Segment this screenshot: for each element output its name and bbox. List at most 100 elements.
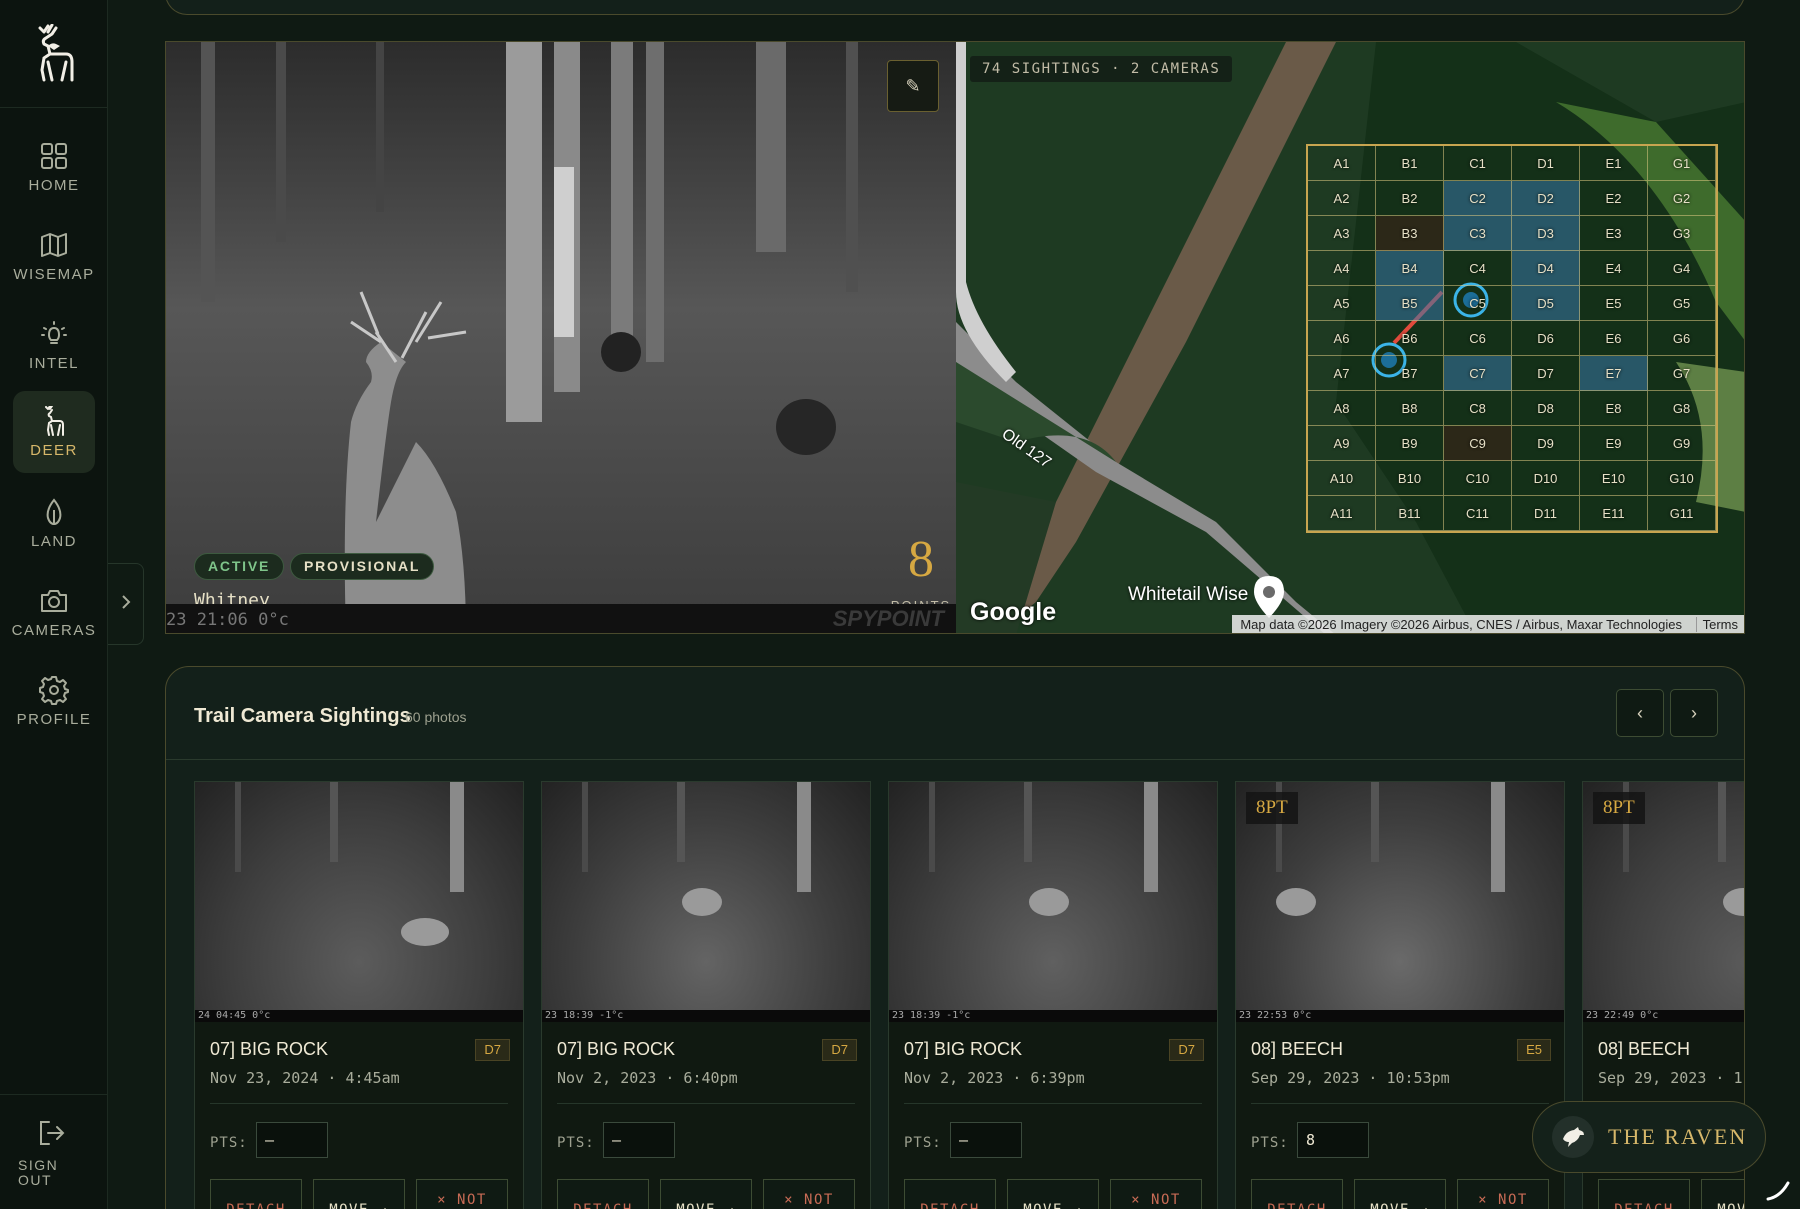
- camera-icon: [39, 586, 69, 616]
- sidebar-item-label: WISEMAP: [13, 265, 95, 283]
- camera-name: 07] BIG ROCK: [210, 1039, 329, 1059]
- not-buck-button[interactable]: × NOT BUCK: [416, 1179, 508, 1209]
- sidebar-item-profile[interactable]: PROFILE: [13, 660, 95, 742]
- camera-name: 07] BIG ROCK: [557, 1039, 676, 1059]
- map-terms-link[interactable]: Terms: [1695, 617, 1738, 632]
- photo-stamp: 23 18:39 -1°c: [889, 1010, 1217, 1022]
- leaf-icon: [39, 497, 69, 527]
- edit-photo-button[interactable]: ✎: [887, 60, 939, 112]
- raven-label: THE RAVEN: [1608, 1124, 1748, 1149]
- detach-button[interactable]: DETACH: [210, 1179, 302, 1209]
- detach-button[interactable]: DETACH: [557, 1179, 649, 1209]
- pencil-icon: ✎: [905, 75, 921, 96]
- sidebar-item-cameras[interactable]: CAMERAS: [11, 571, 97, 653]
- sighting-date: Nov 2, 2023 · 6:40pm: [557, 1069, 738, 1087]
- sidebar-item-label: INTEL: [28, 354, 79, 372]
- detach-button[interactable]: DETACH: [1598, 1179, 1690, 1209]
- not-buck-button[interactable]: × NOT BUCK: [763, 1179, 855, 1209]
- card-divider: [904, 1103, 1202, 1104]
- deer-hero: ✎ ACTIVE PROVISIONAL Whitney 8 POINTS 23…: [165, 41, 1745, 634]
- points-input[interactable]: —: [950, 1122, 1022, 1158]
- points-input[interactable]: —: [603, 1122, 675, 1158]
- previous-page-button[interactable]: ‹: [1616, 689, 1664, 737]
- sidebar-item-label: HOME: [28, 176, 80, 194]
- sighting-date: Sep 29, 2023 · 10:53pm: [1251, 1069, 1450, 1087]
- sighting-date: Nov 23, 2024 · 4:45am: [210, 1069, 400, 1087]
- trail-camera-sightings-panel: Trail Camera Sightings 60 photos ‹ › 24 …: [165, 666, 1745, 1209]
- wisemap-view[interactable]: 74 SIGHTINGS · 2 CAMERAS A1 B1 C1 D1 E1 G1 A2 B…: [956, 42, 1744, 633]
- raven-icon: [1552, 1116, 1594, 1158]
- sightings-header: Trail Camera Sightings 60 photos ‹ ›: [166, 667, 1744, 760]
- move-button[interactable]: MOVE →: [1354, 1179, 1446, 1209]
- camera-name: 08] BEECH: [1598, 1039, 1691, 1059]
- sighting-photo[interactable]: 23 18:39 -1°c: [542, 782, 870, 1022]
- grid-cell-badge: D7: [475, 1039, 510, 1061]
- detach-button[interactable]: DETACH: [904, 1179, 996, 1209]
- pts-label: PTS:: [904, 1135, 942, 1151]
- next-page-button[interactable]: ›: [1670, 689, 1718, 737]
- sidebar-item-land[interactable]: LAND: [13, 482, 95, 564]
- sighting-photo-image: [929, 782, 1158, 916]
- sighting-date: Sep 29, 2023 · 1: [1598, 1069, 1743, 1087]
- map-icon: [39, 230, 69, 260]
- app-logo[interactable]: [0, 0, 108, 108]
- not-buck-button[interactable]: × NOT BUCK: [1110, 1179, 1202, 1209]
- lightbulb-icon: [39, 319, 69, 349]
- card-divider: [557, 1103, 855, 1104]
- photo-stamp: 24 04:45 0°c: [195, 1010, 523, 1022]
- sidebar-item-label: PROFILE: [16, 710, 92, 728]
- grid-cell-badge: D7: [822, 1039, 857, 1061]
- camera-stamp-strip: 23 21:06 0°c SPYPOINT: [166, 604, 956, 633]
- sidebar-item-deer[interactable]: DEER: [13, 391, 95, 473]
- sighting-photo[interactable]: 23 22:53 0°c 8PT: [1236, 782, 1564, 1022]
- sighting-date: Nov 2, 2023 · 6:39pm: [904, 1069, 1085, 1087]
- sidebar: HOME WISEMAP INTEL DEER LAND CAMERAS PRO…: [0, 0, 108, 1209]
- deer-icon: [39, 405, 69, 436]
- sighting-photo[interactable]: 23 22:49 0°c 8PT: [1583, 782, 1744, 1022]
- sighting-card[interactable]: 23 22:53 0°c 8PT 08] BEECH E5 Sep 29, 2023 ·…: [1235, 781, 1565, 1209]
- sidebar-item-label: CAMERAS: [11, 621, 97, 639]
- points-tag: 8PT: [1246, 792, 1298, 824]
- move-button[interactable]: MOVE →: [313, 1179, 405, 1209]
- sidebar-item-intel[interactable]: INTEL: [13, 304, 95, 386]
- loading-spinner-icon: [1766, 1177, 1792, 1203]
- sidebar-expand-button[interactable]: [108, 563, 144, 645]
- top-panel-edge: [165, 0, 1745, 15]
- hero-trail-photo[interactable]: ✎ ACTIVE PROVISIONAL Whitney 8 POINTS 23…: [166, 42, 956, 633]
- sighting-photo[interactable]: 23 18:39 -1°c: [889, 782, 1217, 1022]
- not-buck-button[interactable]: × NOT BUCK: [1457, 1179, 1549, 1209]
- card-divider: [1251, 1103, 1549, 1104]
- detach-button[interactable]: DETACH: [1251, 1179, 1343, 1209]
- sighting-card[interactable]: 23 18:39 -1°c 07] BIG ROCK D7 Nov 2, 2023 ·…: [888, 781, 1218, 1209]
- points-value: 8: [908, 531, 934, 588]
- sign-out-button[interactable]: SIGN OUT: [18, 1119, 88, 1188]
- confidence-badge: PROVISIONAL: [290, 553, 435, 580]
- pts-label: PTS:: [1251, 1135, 1289, 1151]
- sidebar-item-wisemap[interactable]: WISEMAP: [13, 215, 95, 297]
- sidebar-item-home[interactable]: HOME: [13, 126, 95, 208]
- sighting-photo-image: [582, 782, 811, 916]
- the-raven-assistant-button[interactable]: THE RAVEN: [1532, 1101, 1766, 1173]
- map-attribution-text: Map data ©2026 Imagery ©2026 Airbus, CNE…: [1240, 617, 1682, 632]
- map-grid-frame: [1306, 144, 1718, 533]
- google-logo: Google: [970, 598, 1057, 626]
- photo-stamp: 23 21:06 0°c: [166, 610, 289, 630]
- points-input[interactable]: 8: [1297, 1122, 1369, 1158]
- gear-icon: [39, 675, 69, 705]
- sighting-card[interactable]: 24 04:45 0°c 07] BIG ROCK D7 Nov 23, 2024 ·…: [194, 781, 524, 1209]
- deer-logo-icon: [38, 23, 74, 81]
- move-button[interactable]: MOVE →: [1007, 1179, 1099, 1209]
- sighting-photo[interactable]: 24 04:45 0°c: [195, 782, 523, 1022]
- status-badge: ACTIVE: [194, 553, 285, 580]
- trail-photo-image: [166, 42, 956, 633]
- sighting-card[interactable]: 23 18:39 -1°c 07] BIG ROCK D7 Nov 2, 2023 ·…: [541, 781, 871, 1209]
- sighting-photo-image: [235, 782, 464, 946]
- move-button[interactable]: MOVE →: [660, 1179, 752, 1209]
- grid-cell-badge: D7: [1169, 1039, 1204, 1061]
- map-attribution: Map data ©2026 Imagery ©2026 Airbus, CNE…: [1232, 615, 1744, 633]
- points-input[interactable]: —: [256, 1122, 328, 1158]
- pts-label: PTS:: [210, 1135, 248, 1151]
- sidebar-item-label: DEER: [30, 441, 78, 459]
- points-tag: 8PT: [1593, 792, 1645, 824]
- move-button[interactable]: MOVE →: [1701, 1179, 1744, 1209]
